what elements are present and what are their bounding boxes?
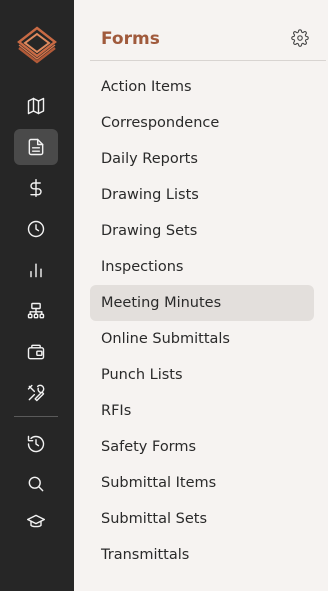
icon-rail	[0, 0, 74, 591]
menu-item-submittal-items[interactable]: Submittal Items	[90, 465, 314, 501]
forms-menu: Action Items Correspondence Daily Report…	[90, 69, 314, 573]
menu-item-meeting-minutes[interactable]: Meeting Minutes	[90, 285, 314, 321]
menu-item-correspondence[interactable]: Correspondence	[90, 105, 314, 141]
menu-item-safety-forms[interactable]: Safety Forms	[90, 429, 314, 465]
hierarchy-icon[interactable]	[14, 293, 58, 329]
panel-divider	[90, 60, 326, 61]
map-icon[interactable]	[14, 88, 58, 124]
clock-icon[interactable]	[14, 211, 58, 247]
bar-chart-icon[interactable]	[14, 252, 58, 288]
graduation-cap-icon[interactable]	[14, 504, 58, 540]
logo	[17, 26, 57, 64]
menu-item-transmittals[interactable]: Transmittals	[90, 537, 314, 573]
search-icon[interactable]	[14, 466, 58, 502]
wallet-icon[interactable]	[14, 334, 58, 370]
gear-icon[interactable]	[291, 29, 311, 49]
menu-item-punch-lists[interactable]: Punch Lists	[90, 357, 314, 393]
rail-divider	[14, 416, 58, 417]
history-icon[interactable]	[14, 426, 58, 462]
forms-panel: Forms Action Items Correspondence Daily …	[74, 0, 328, 591]
document-icon[interactable]	[14, 129, 58, 165]
menu-item-inspections[interactable]: Inspections	[90, 249, 314, 285]
menu-item-drawing-sets[interactable]: Drawing Sets	[90, 213, 314, 249]
panel-title: Forms	[101, 29, 160, 49]
menu-item-rfis[interactable]: RFIs	[90, 393, 314, 429]
menu-item-action-items[interactable]: Action Items	[90, 69, 314, 105]
menu-item-drawing-lists[interactable]: Drawing Lists	[90, 177, 314, 213]
menu-item-submittal-sets[interactable]: Submittal Sets	[90, 501, 314, 537]
menu-item-daily-reports[interactable]: Daily Reports	[90, 141, 314, 177]
menu-item-online-submittals[interactable]: Online Submittals	[90, 321, 314, 357]
dollar-icon[interactable]	[14, 170, 58, 206]
tools-icon[interactable]	[14, 375, 58, 411]
